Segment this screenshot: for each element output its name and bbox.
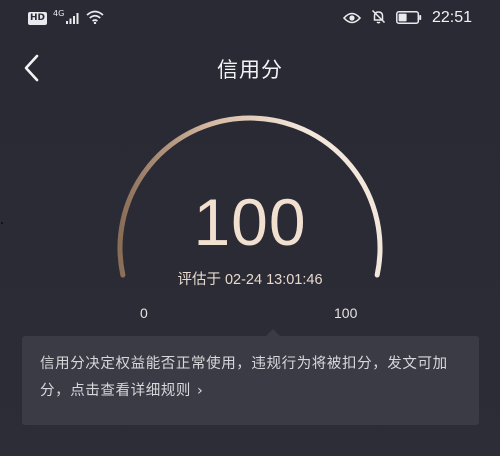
- evaluation-time: 评估于 02-24 13:01:46: [110, 268, 390, 289]
- wifi-icon: [86, 9, 104, 28]
- gauge-min-label: 0: [140, 305, 148, 321]
- bell-off-icon: [371, 9, 386, 28]
- evaluation-timestamp: 02-24 13:01:46: [224, 272, 323, 288]
- hd-badge: HD: [28, 11, 48, 25]
- tip-pointer: [266, 329, 280, 336]
- status-clock: 22:51: [431, 9, 472, 26]
- signal-icon: [66, 9, 80, 28]
- evaluation-prefix: 评估于: [177, 272, 221, 288]
- status-bar: HD 4G 22:51: [0, 0, 500, 34]
- battery-icon: [396, 9, 422, 28]
- rules-tip-card[interactable]: 信用分决定权益能否正常使用，违规行为将被扣分，发文可加分，点击查看详细规则 ›: [22, 329, 479, 425]
- nav-header: 信用分: [0, 44, 500, 92]
- credit-score-value: 100: [193, 185, 307, 259]
- status-right: 22:51: [342, 7, 472, 29]
- network-type: 4G: [53, 8, 65, 18]
- rules-link[interactable]: 信用分决定权益能否正常使用，违规行为将被扣分，发文可加分，点击查看详细规则: [40, 356, 448, 399]
- tip-text: 信用分决定权益能否正常使用，违规行为将被扣分，发文可加分，点击查看详细规则 ›: [40, 351, 459, 405]
- chevron-right-icon: ›: [197, 383, 204, 399]
- status-left: HD 4G: [28, 8, 104, 28]
- stray-dot: [1, 222, 3, 224]
- gauge-max-label: 100: [334, 305, 358, 321]
- credit-score-gauge: 100 评估于 02-24 13:01:46: [110, 108, 390, 318]
- eye-icon: [342, 9, 362, 28]
- credit-score-screen: HD 4G 22:51 信用分 100 评估于 02-24 13:01:46 0…: [0, 0, 500, 456]
- page-title: 信用分: [217, 58, 283, 82]
